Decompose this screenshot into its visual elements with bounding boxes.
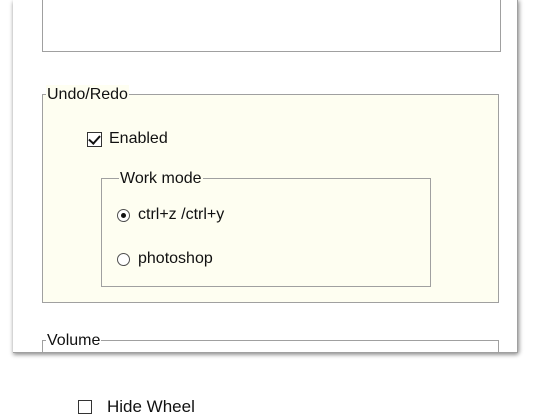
photoshop-radio-label: photoshop bbox=[138, 250, 213, 267]
enabled-checkbox-row[interactable]: Enabled bbox=[87, 129, 168, 149]
ctrl-shortcut-radio-label: ctrl+z /ctrl+y bbox=[138, 206, 225, 223]
ctrl-shortcut-radio-row[interactable]: ctrl+z /ctrl+y bbox=[117, 205, 224, 225]
volume-group: Volume bbox=[42, 331, 499, 352]
undo-redo-group-title: Undo/Redo bbox=[46, 85, 129, 104]
volume-group-title: Volume bbox=[46, 331, 102, 350]
hide-wheel-checkbox-row[interactable]: Hide Wheel bbox=[78, 397, 195, 417]
selected-radio-dot-icon bbox=[121, 212, 126, 218]
photoshop-radio[interactable] bbox=[117, 252, 130, 266]
hide-wheel-checkbox-label: Hide Wheel bbox=[107, 397, 195, 416]
work-mode-group-title: Work mode bbox=[119, 169, 203, 188]
enabled-checkbox[interactable] bbox=[87, 131, 102, 147]
settings-screen: Undo/Redo Enabled Work mode ctrl+z /ctrl… bbox=[0, 0, 540, 419]
vertical-scrollbar[interactable]: ^ v bbox=[517, 0, 518, 352]
photoshop-radio-row[interactable]: photoshop bbox=[117, 249, 213, 269]
ctrl-shortcut-radio[interactable] bbox=[117, 208, 130, 222]
enabled-checkbox-label: Enabled bbox=[109, 130, 168, 147]
work-mode-group: Work mode bbox=[101, 169, 431, 287]
partial-top-group-box bbox=[42, 0, 501, 52]
hide-wheel-checkbox[interactable] bbox=[78, 400, 92, 414]
checkmark-icon bbox=[88, 131, 101, 145]
scrollable-settings-panel: Undo/Redo Enabled Work mode ctrl+z /ctrl… bbox=[13, 0, 518, 353]
